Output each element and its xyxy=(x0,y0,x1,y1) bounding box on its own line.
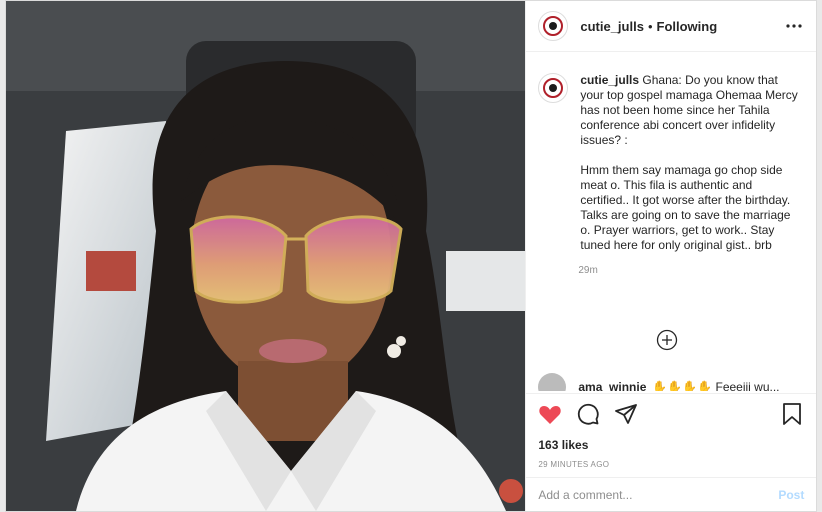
caption-text: cutie_julls Ghana: Do you know that your… xyxy=(580,73,800,253)
post-comment-button[interactable]: Post xyxy=(778,488,804,502)
caption-avatar[interactable] xyxy=(538,73,569,103)
post-actions: 163 likes 29 MINUTES AGO xyxy=(526,393,817,469)
share-icon[interactable] xyxy=(614,402,638,426)
avatar-icon xyxy=(543,16,564,36)
post-sidebar: cutie_julls • Following cutie_julls Ghan… xyxy=(525,1,817,511)
likes-count[interactable]: 163 likes xyxy=(526,438,816,452)
bookmark-icon[interactable] xyxy=(780,402,804,426)
heart-filled-icon[interactable] xyxy=(538,402,562,426)
comments-list[interactable]: cutie_julls Ghana: Do you know that your… xyxy=(526,51,816,391)
caption-time[interactable]: 29m xyxy=(578,265,816,276)
post-header: cutie_julls • Following xyxy=(526,1,816,52)
selfie-image xyxy=(6,1,526,511)
caption-username[interactable]: cutie_julls xyxy=(580,73,639,87)
comment-item: ama_winnie ✋✋✋✋ Feeeiii wu... xyxy=(538,373,780,391)
avatar[interactable] xyxy=(538,11,569,41)
load-more-comments-icon[interactable] xyxy=(656,329,678,351)
more-options-icon[interactable] xyxy=(784,16,804,36)
caption: cutie_julls Ghana: Do you know that your… xyxy=(526,51,816,253)
header-username[interactable]: cutie_julls xyxy=(580,19,644,34)
comment-text: ✋✋✋✋ Feeeiii wu... xyxy=(652,380,780,391)
post-photo[interactable] xyxy=(6,1,526,511)
separator-dot: • xyxy=(647,18,653,34)
post-time-ago: 29 MINUTES AGO xyxy=(538,460,610,469)
comment-icon[interactable] xyxy=(576,402,600,426)
add-comment-bar: Add a comment... Post xyxy=(526,477,817,511)
action-icons xyxy=(526,394,816,434)
caption-paragraph-2: Hmm them say mamaga go chop side meat o.… xyxy=(580,163,791,252)
avatar-icon xyxy=(543,78,564,98)
comment-avatar[interactable] xyxy=(538,373,567,391)
instagram-post: cutie_julls • Following cutie_julls Ghan… xyxy=(5,0,817,512)
following-button[interactable]: Following xyxy=(657,19,718,34)
comment-username[interactable]: ama_winnie xyxy=(578,380,646,391)
add-comment-input[interactable]: Add a comment... xyxy=(538,488,632,502)
